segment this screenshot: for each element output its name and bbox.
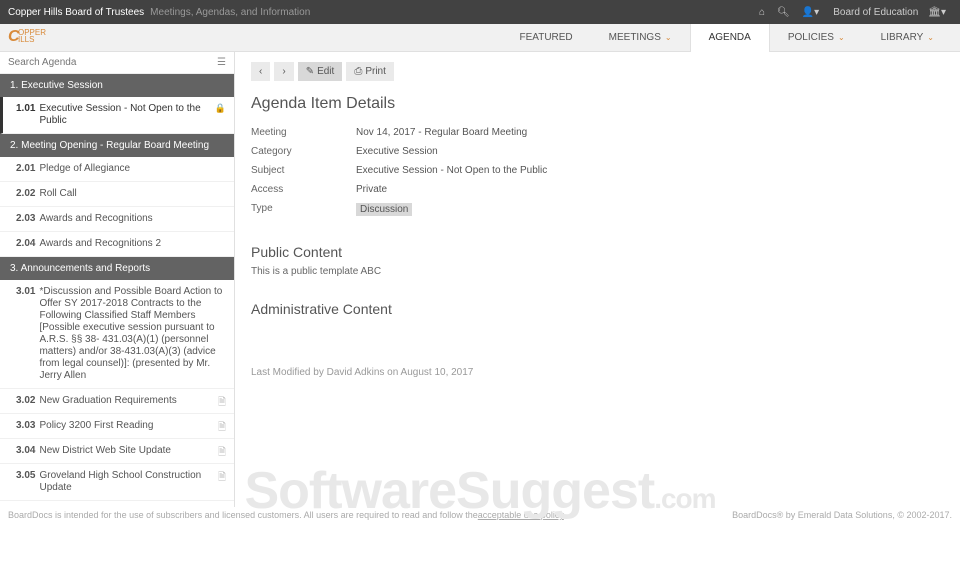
document-icon: 🗎 (218, 445, 226, 462)
document-icon: 🗎 (218, 420, 226, 437)
pencil-icon: ✎ (306, 66, 314, 77)
category-label: Category (251, 146, 356, 157)
document-icon: 🗎 (218, 470, 226, 487)
prev-button[interactable]: ‹ (251, 62, 270, 81)
logo[interactable]: COPPERILLS (8, 28, 58, 48)
item-2-01[interactable]: 2.01Pledge of Allegiance (0, 157, 234, 182)
meeting-value: Nov 14, 2017 - Regular Board Meeting (356, 127, 527, 138)
access-value: Private (356, 184, 387, 195)
org-title: Copper Hills Board of Trustees (8, 7, 144, 18)
tab-library[interactable]: LIBRARY⌄ (863, 24, 952, 52)
search-bar: ☰ (0, 52, 234, 74)
item-3-02[interactable]: 3.02New Graduation Requirements🗎 (0, 389, 234, 414)
board-of-education-link[interactable]: Board of Education (833, 7, 918, 18)
toolbar: ‹ › ✎Edit ⎙Print (251, 62, 944, 81)
top-bar: Copper Hills Board of Trustees Meetings,… (0, 0, 960, 24)
menu-icon[interactable]: ☰ (217, 57, 226, 68)
document-icon: 🗎 (218, 395, 226, 412)
edit-button[interactable]: ✎Edit (298, 62, 343, 81)
item-2-04[interactable]: 2.04Awards and Recognitions 2 (0, 232, 234, 257)
chevron-down-icon: ⌄ (927, 33, 934, 42)
public-content-text: This is a public template ABC (251, 266, 944, 277)
footer-text: BoardDocs is intended for the use of sub… (8, 510, 478, 520)
next-button[interactable]: › (274, 62, 293, 81)
item-3-06[interactable]: 3.06Education Committee Report🗎 (0, 501, 234, 507)
tab-policies[interactable]: POLICIES⌄ (770, 24, 863, 52)
acceptable-use-link[interactable]: acceptable use policy (478, 510, 564, 520)
tab-agenda[interactable]: AGENDA (690, 24, 770, 52)
print-button[interactable]: ⎙Print (346, 62, 394, 81)
home-icon[interactable]: ⌂ (759, 7, 765, 18)
category-value: Executive Session (356, 146, 438, 157)
section-3[interactable]: 3. Announcements and Reports (0, 257, 234, 280)
public-content-heading: Public Content (251, 244, 944, 260)
item-3-03[interactable]: 3.03Policy 3200 First Reading🗎 (0, 414, 234, 439)
search-input[interactable] (8, 57, 217, 68)
last-modified: Last Modified by David Adkins on August … (251, 367, 944, 378)
content-area: ‹ › ✎Edit ⎙Print Agenda Item Details Mee… (235, 52, 960, 507)
building-icon[interactable]: 🏛▾ (928, 7, 946, 18)
detail-heading: Agenda Item Details (251, 95, 944, 113)
lock-icon: 🔒 (215, 103, 226, 114)
section-1[interactable]: 1. Executive Session (0, 74, 234, 97)
item-3-04[interactable]: 3.04New District Web Site Update🗎 (0, 439, 234, 464)
tab-meetings[interactable]: MEETINGS⌄ (591, 24, 690, 52)
type-label: Type (251, 203, 356, 216)
item-3-05[interactable]: 3.05Groveland High School Construction U… (0, 464, 234, 501)
subject-value: Executive Session - Not Open to the Publ… (356, 165, 547, 176)
header: COPPERILLS FEATURED MEETINGS⌄ AGENDA POL… (0, 24, 960, 52)
meeting-label: Meeting (251, 127, 356, 138)
type-value: Discussion (356, 203, 412, 216)
item-2-02[interactable]: 2.02Roll Call (0, 182, 234, 207)
footer: BoardDocs is intended for the use of sub… (0, 507, 960, 523)
user-icon[interactable]: 👤▾ (802, 7, 819, 18)
main-area: ☰ 1. Executive Session 1.01Executive Ses… (0, 52, 960, 507)
chevron-down-icon: ⌄ (665, 33, 672, 42)
footer-copyright: BoardDocs® by Emerald Data Solutions, © … (732, 510, 952, 520)
section-2[interactable]: 2. Meeting Opening - Regular Board Meeti… (0, 134, 234, 157)
admin-content-heading: Administrative Content (251, 301, 944, 317)
access-label: Access (251, 184, 356, 195)
item-3-01[interactable]: 3.01*Discussion and Possible Board Actio… (0, 280, 234, 389)
tab-featured[interactable]: FEATURED (502, 24, 591, 52)
detail-table: MeetingNov 14, 2017 - Regular Board Meet… (251, 123, 944, 220)
search-icon[interactable]: 🔍︎ (777, 7, 790, 18)
sidebar: ☰ 1. Executive Session 1.01Executive Ses… (0, 52, 235, 507)
chevron-down-icon: ⌄ (838, 33, 845, 42)
print-icon: ⎙ (354, 66, 362, 77)
subject-label: Subject (251, 165, 356, 176)
item-1-01[interactable]: 1.01Executive Session - Not Open to the … (0, 97, 234, 134)
org-subtitle: Meetings, Agendas, and Information (150, 7, 310, 18)
main-nav: FEATURED MEETINGS⌄ AGENDA POLICIES⌄ LIBR… (502, 24, 953, 52)
item-2-03[interactable]: 2.03Awards and Recognitions (0, 207, 234, 232)
